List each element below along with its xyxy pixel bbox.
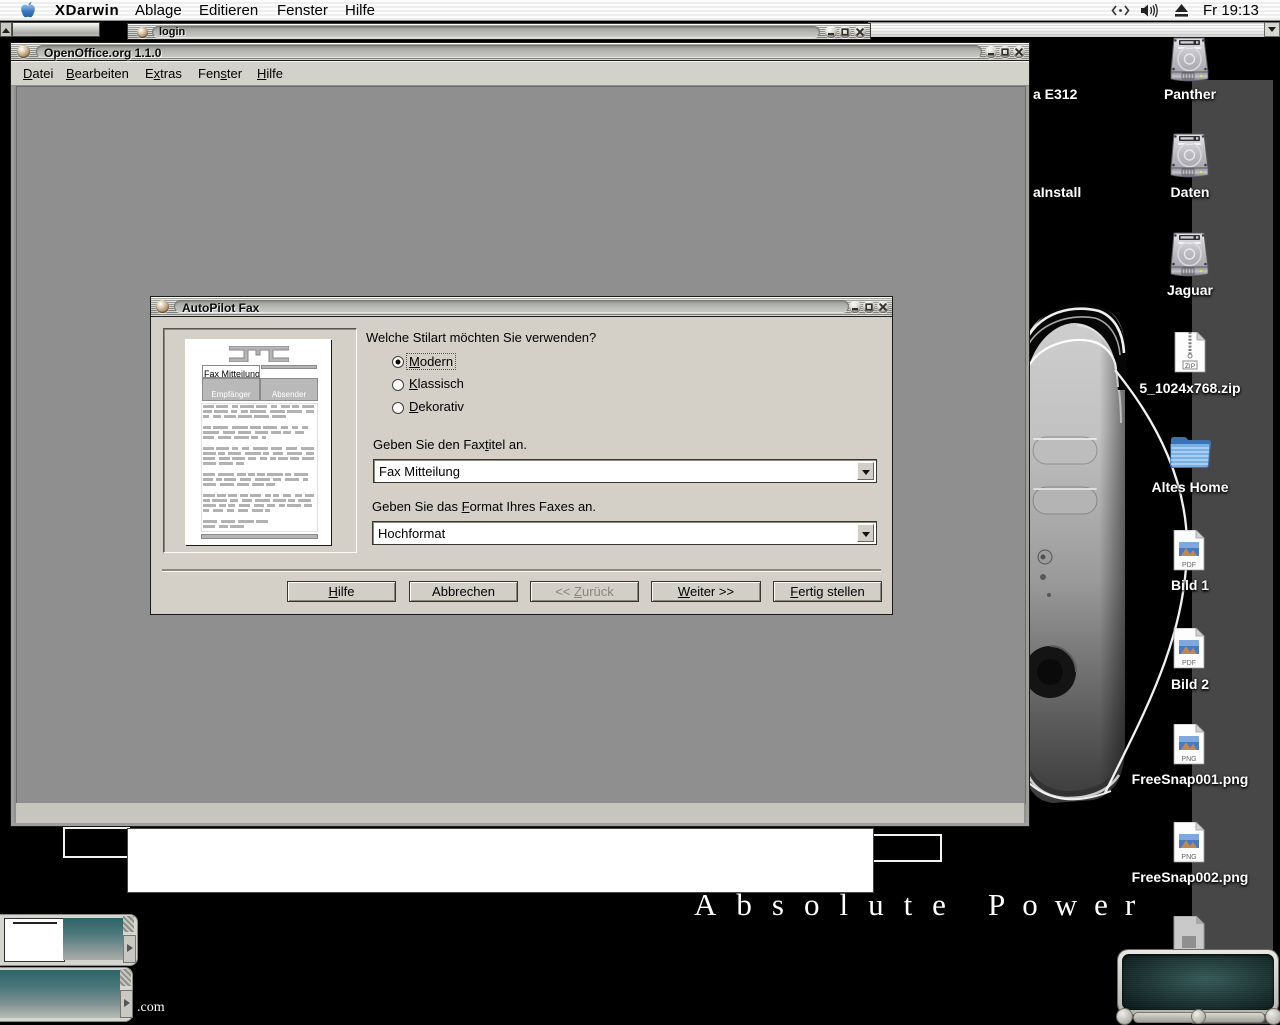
svg-text:PNG: PNG bbox=[1181, 756, 1196, 763]
svg-text:ZIP: ZIP bbox=[1185, 363, 1195, 370]
svg-text:PDF: PDF bbox=[1182, 660, 1196, 667]
svg-text:PNG: PNG bbox=[1181, 854, 1196, 861]
svg-text:PDF: PDF bbox=[1182, 562, 1196, 569]
